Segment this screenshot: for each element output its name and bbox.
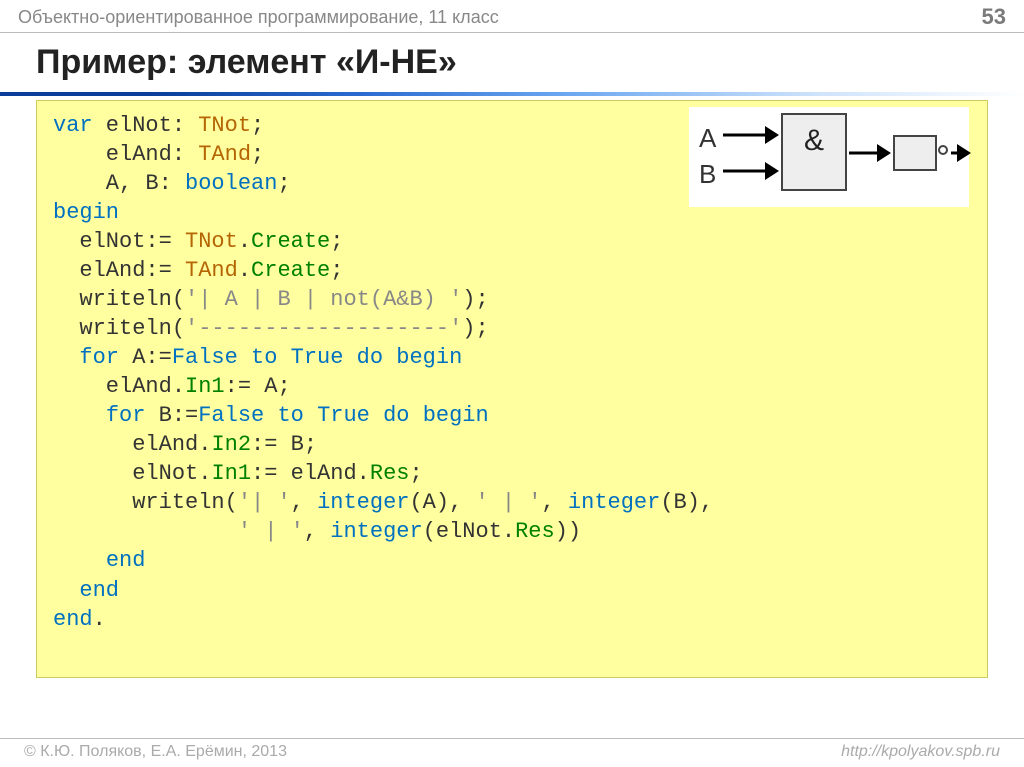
slide-footer: © К.Ю. Поляков, Е.А. Ерёмин, 2013 http:/… xyxy=(0,738,1024,761)
and-symbol: & xyxy=(783,121,845,161)
code-block: var elNot: TNot; elAnd: TAnd; A, B: bool… xyxy=(36,100,988,678)
kw-begin: begin xyxy=(53,200,119,225)
not-gate xyxy=(893,135,937,171)
footer-site: http://kpolyakov.spb.ru xyxy=(841,743,1000,761)
kw-var: var xyxy=(53,113,93,138)
diagram-input-b-label: B xyxy=(699,157,716,191)
slide-title: Пример: элемент «И-НЕ» xyxy=(0,33,1024,92)
course-name: Объектно-ориентированное программировани… xyxy=(18,7,499,28)
slide-header: Объектно-ориентированное программировани… xyxy=(0,0,1024,32)
title-underline xyxy=(0,92,1024,96)
diagram-input-a-label: A xyxy=(699,121,716,155)
page-number: 53 xyxy=(982,4,1006,30)
footer-copyright: © К.Ю. Поляков, Е.А. Ерёмин, 2013 xyxy=(24,743,287,761)
logic-diagram: A B & xyxy=(689,107,969,207)
not-dot-icon xyxy=(938,145,948,155)
and-gate: & xyxy=(781,113,847,191)
